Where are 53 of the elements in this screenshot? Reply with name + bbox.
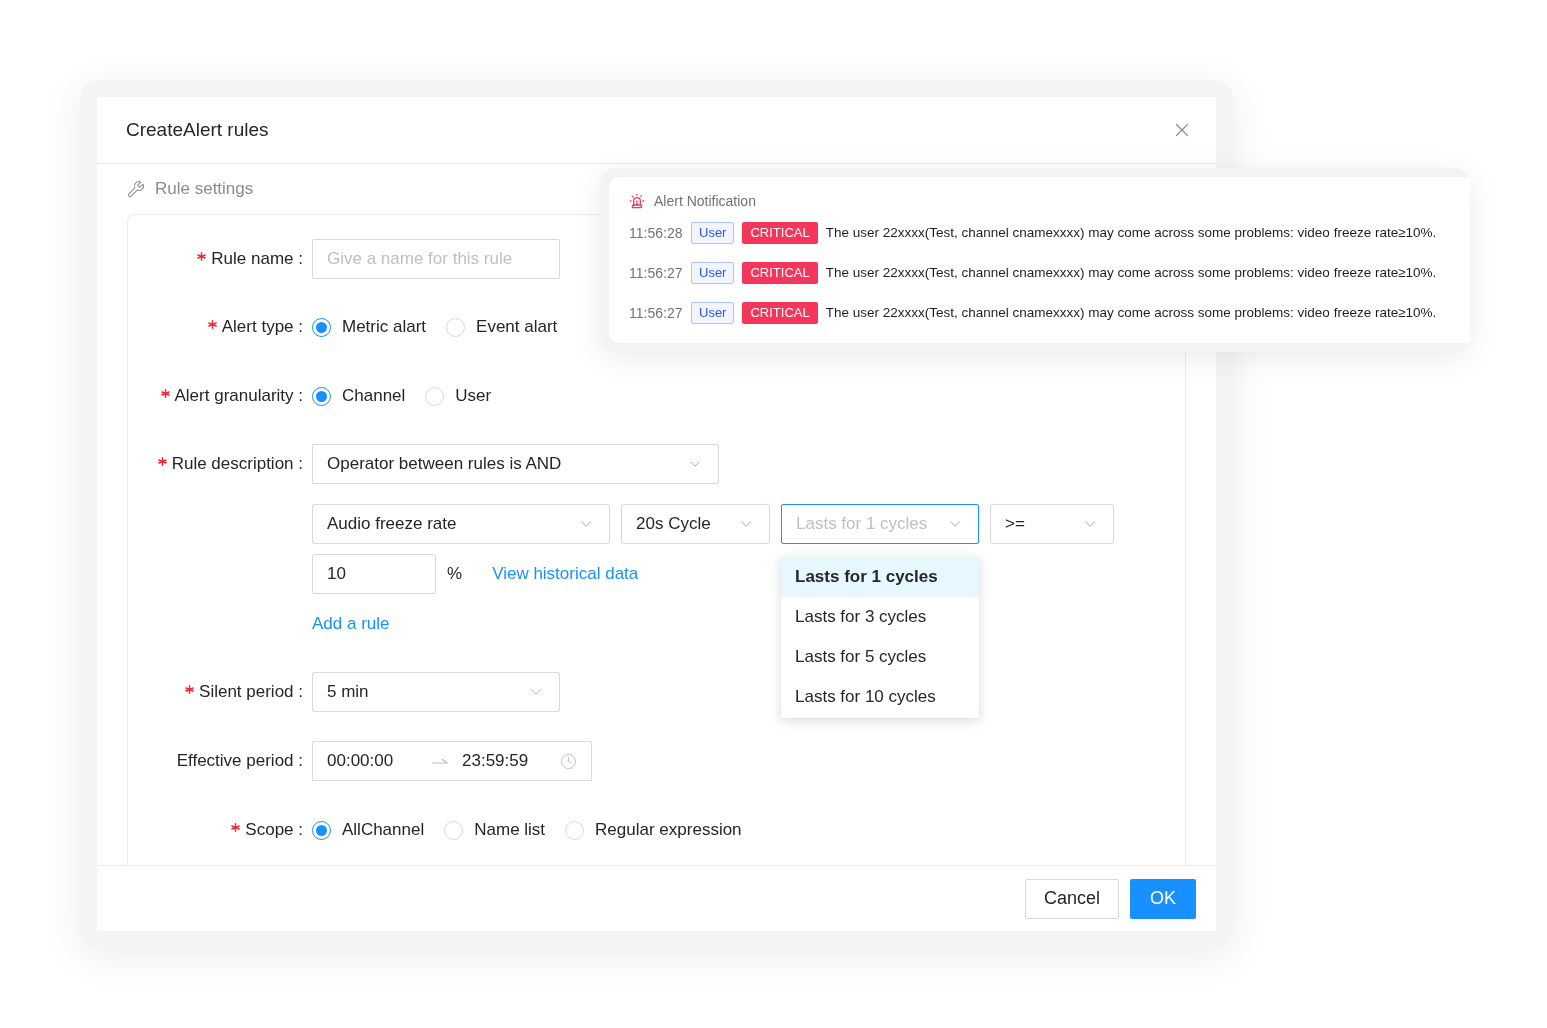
dropdown-option[interactable]: Lasts for 10 cycles [781, 677, 979, 717]
select-field[interactable]: >= [990, 504, 1114, 544]
dialog-title: CreateAlert rules [126, 117, 269, 142]
wrench-icon [127, 180, 145, 198]
select-field[interactable]: 20s Cycle [621, 504, 770, 544]
severity-tag: CRITICAL [742, 302, 818, 324]
clock-icon [560, 752, 577, 770]
radio-icon [312, 820, 331, 840]
radio-option[interactable]: Metric alart [312, 314, 427, 340]
radio-option[interactable]: User [425, 383, 492, 409]
field-label: Effective period : [176, 750, 303, 773]
radio-icon [425, 386, 445, 406]
radio-icon [444, 820, 464, 840]
radio-option[interactable]: Regular expression [565, 817, 742, 843]
rule-name-field[interactable]: Give a name for this rule [312, 239, 560, 279]
user-tag: User [691, 262, 735, 284]
time-range-field[interactable]: 00:00:00 23:59:59 [312, 741, 592, 781]
radio-option[interactable]: Event alart [446, 314, 558, 340]
radio-icon [565, 820, 585, 840]
notification-time: 11:56:27 [629, 263, 684, 283]
severity-tag: CRITICAL [742, 262, 818, 284]
unit-label: % [447, 563, 463, 586]
select-field[interactable]: 5 min [312, 672, 560, 712]
dropdown-option[interactable]: Lasts for 5 cycles [781, 637, 979, 677]
dropdown-option[interactable]: Lasts for 3 cycles [781, 597, 979, 637]
notification-message: The user 22xxxx(Test, channel cnamexxxx) may come across some problems: video freeze rate≥10%. [825, 223, 1437, 242]
notification-title: Alert Notification [654, 191, 756, 211]
threshold-field[interactable]: 10 [312, 554, 436, 594]
notification-message: The user 22xxxx(Test, channel cnamexxxx) may come across some problems: video freeze rate≥10%. [825, 263, 1437, 282]
field-label: Scope : [245, 819, 303, 842]
field-label: Rule name : [211, 248, 303, 271]
notification-time: 11:56:28 [629, 223, 684, 243]
field-label: Alert type : [221, 316, 303, 339]
user-tag: User [691, 222, 735, 244]
field-label: Alert granularity : [174, 385, 303, 408]
siren-icon [629, 193, 645, 209]
select-field[interactable]: Audio freeze rate [312, 504, 610, 544]
radio-icon [446, 317, 466, 337]
radio-icon [312, 386, 331, 406]
radio-option[interactable]: Name list [444, 817, 546, 843]
notification-time: 11:56:27 [629, 303, 684, 323]
cancel-button[interactable]: Cancel [1024, 878, 1119, 919]
radio-icon [312, 317, 331, 337]
dropdown-option[interactable]: Lasts for 1 cycles [781, 557, 979, 597]
field-label: Silent period : [199, 681, 303, 704]
select-field[interactable]: Operator between rules is AND [312, 444, 719, 484]
field-label: Rule description : [171, 453, 303, 476]
radio-option[interactable]: Channel [312, 383, 406, 409]
severity-tag: CRITICAL [742, 222, 818, 244]
user-tag: User [691, 302, 735, 324]
radio-option[interactable]: AllChannel [312, 817, 425, 843]
notification-message: The user 22xxxx(Test, channel cnamexxxx) may come across some problems: video freeze rate≥10%. [825, 303, 1437, 322]
section-title: Rule settings [155, 178, 254, 201]
